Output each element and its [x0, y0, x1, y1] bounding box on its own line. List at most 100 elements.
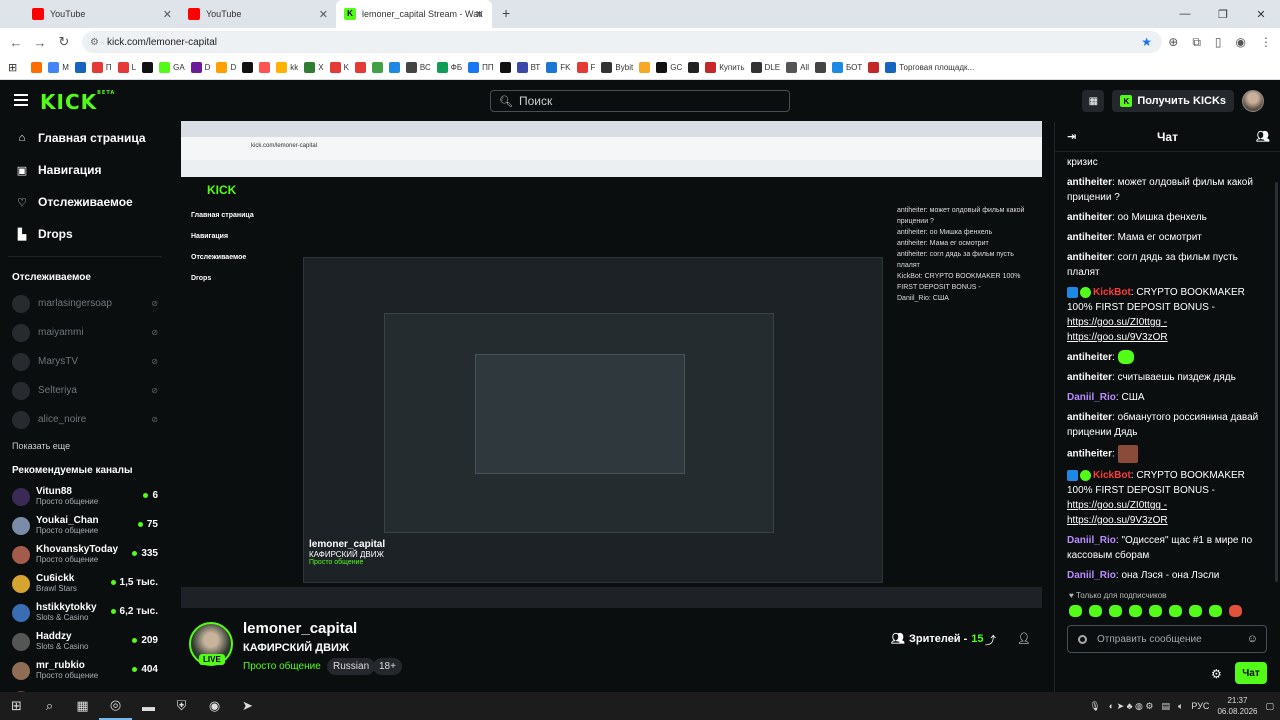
bookmark-item[interactable]: FK	[546, 62, 571, 73]
apps-grid-icon[interactable]: ⊞	[8, 61, 17, 74]
telegram-icon[interactable]: ➤	[231, 692, 264, 720]
chat-username[interactable]: antiheiter	[1067, 232, 1112, 243]
chat-send-button[interactable]: Чат	[1235, 662, 1267, 684]
bookmark-item[interactable]	[868, 62, 880, 73]
recommended-channel[interactable]: hstikkytokky Slots & Casino 6,2 тыс.	[0, 598, 170, 627]
kick-logo[interactable]: KICKBETA	[40, 90, 115, 114]
collapse-chat-icon[interactable]: ⇥	[1067, 130, 1076, 143]
bookmark-item[interactable]: БОТ	[831, 62, 862, 73]
bookmark-item[interactable]: All	[786, 62, 809, 73]
close-icon[interactable]: ✕	[475, 8, 484, 21]
channel-name[interactable]: lemoner_capital	[243, 620, 357, 637]
chat-record-icon[interactable]	[1078, 634, 1087, 644]
sidepanel-icon[interactable]: ▯	[1215, 35, 1222, 49]
chat-link[interactable]: https://goo.su/ZI0ttgg -	[1067, 317, 1167, 328]
chat-username[interactable]: Daniil_Rio	[1067, 535, 1116, 546]
bookmark-item[interactable]: П	[91, 62, 112, 73]
emote-icon[interactable]	[1169, 605, 1182, 617]
recommended-channel[interactable]: Youkai_Chan Просто общение 75	[0, 511, 170, 540]
chat-username[interactable]: antiheiter	[1067, 412, 1112, 423]
emote-icon[interactable]	[1189, 605, 1202, 617]
bookmark-item[interactable]: Bybit	[601, 62, 633, 73]
bookmark-item[interactable]	[259, 62, 271, 73]
follow-user-icon[interactable]: 👤︎	[1017, 632, 1031, 645]
volume-icon[interactable]: 🔈︎	[1178, 701, 1183, 712]
chat-scrollbar[interactable]	[1275, 182, 1278, 582]
bookmark-item[interactable]	[74, 62, 86, 73]
stream-category[interactable]: Просто общение	[243, 661, 321, 672]
tray-icons[interactable]: ◐ ➤ ♣ ◍ ⚙	[1109, 701, 1154, 712]
bookmark-item[interactable]	[814, 62, 826, 73]
reload-icon[interactable]: ↻	[52, 34, 76, 50]
library-icon[interactable]: ▦	[1082, 90, 1105, 112]
bookmark-item[interactable]: F	[576, 62, 595, 73]
recommended-channel[interactable]: Vitun88 Просто общение 6	[0, 482, 170, 511]
obs-icon[interactable]: ◉	[198, 692, 231, 720]
show-more-link[interactable]: Показать еще	[0, 434, 170, 458]
chat-username[interactable]: Daniil_Rio	[1067, 392, 1116, 403]
profile-icon[interactable]: ◉	[1236, 35, 1246, 49]
tag-age[interactable]: 18+	[373, 658, 402, 675]
browser-tab-kick[interactable]: K lemoner_capital Stream - Watch ✕	[336, 0, 492, 28]
bookmark-item[interactable]: D	[190, 62, 210, 73]
bookmark-item[interactable]: DLE	[750, 62, 780, 73]
bookmark-item[interactable]: GC	[656, 62, 682, 73]
hamburger-menu-icon[interactable]	[14, 94, 28, 106]
bookmark-item[interactable]	[242, 62, 254, 73]
browser-tab-youtube-1[interactable]: YouTube ✕	[24, 0, 180, 28]
tag-language[interactable]: Russian	[327, 658, 376, 675]
nav-following[interactable]: ♡ Отслеживаемое	[0, 186, 170, 218]
restore-icon[interactable]: ❐	[1204, 0, 1242, 28]
chat-link[interactable]: https://goo.su/9V3zOR	[1067, 515, 1168, 526]
chat-username[interactable]: KickBot	[1093, 470, 1131, 481]
windows-start-icon[interactable]: ⊞	[0, 692, 33, 720]
recommended-channel[interactable]: Cu6ickk Brawl Stars 1,5 тыс.	[0, 569, 170, 598]
nav-home[interactable]: ⌂ Главная страница	[0, 122, 170, 154]
close-icon[interactable]: ✕	[163, 8, 172, 21]
close-icon[interactable]: ✕	[319, 8, 328, 21]
bookmark-item[interactable]: kk	[276, 62, 298, 73]
recommended-channel[interactable]: Haddzy Slots & Casino 209	[0, 627, 170, 656]
emote-icon[interactable]	[1089, 605, 1102, 617]
bookmark-item[interactable]	[31, 62, 43, 73]
notifications-icon[interactable]: ▢	[1265, 701, 1274, 712]
recommended-channel[interactable]: KhovanskyToday Просто общение 335	[0, 540, 170, 569]
mic-icon[interactable]: 🎙︎	[1089, 701, 1100, 712]
calculator-icon[interactable]: ▦	[66, 692, 99, 720]
chat-link[interactable]: https://goo.su/9V3zOR	[1067, 332, 1168, 343]
nav-browse[interactable]: ▣ Навигация	[0, 154, 170, 186]
emote-icon[interactable]	[1109, 605, 1122, 617]
get-kicks-button[interactable]: K Получить KICKs	[1112, 90, 1234, 112]
chat-username[interactable]: antiheiter	[1067, 212, 1112, 223]
emoji-icon[interactable]: ☺	[1247, 633, 1258, 645]
chat-username[interactable]: antiheiter	[1067, 177, 1112, 188]
chat-input[interactable]: Отправить сообщение ☺	[1067, 625, 1267, 653]
following-item[interactable]: marlasingersoap ⊘	[0, 289, 170, 318]
bookmark-item[interactable]: D	[216, 62, 236, 73]
new-tab-icon[interactable]: +	[502, 5, 510, 21]
emote-icon[interactable]	[1149, 605, 1162, 617]
emote-icon[interactable]	[1229, 605, 1242, 617]
bookmark-item[interactable]	[354, 62, 366, 73]
following-item[interactable]: Selteriya ⊘	[0, 376, 170, 405]
bookmark-item[interactable]: X	[304, 62, 324, 73]
bookmark-star-icon[interactable]: ★	[1141, 35, 1152, 49]
extensions-icon[interactable]: ⧉	[1192, 35, 1201, 50]
bookmark-item[interactable]	[142, 62, 154, 73]
browser-tab-youtube-2[interactable]: YouTube ✕	[180, 0, 336, 28]
following-item[interactable]: maiyammi ⊘	[0, 318, 170, 347]
bookmark-item[interactable]	[388, 62, 400, 73]
shield-icon[interactable]: ⛨	[165, 692, 198, 720]
bookmark-item[interactable]	[371, 62, 383, 73]
bookmark-item[interactable]: M	[48, 62, 69, 73]
menu-icon[interactable]: ⋮	[1260, 35, 1272, 49]
search-input[interactable]: 🔍︎ Поиск	[490, 90, 790, 112]
following-item[interactable]: MarysTV ⊘	[0, 347, 170, 376]
emote-icon[interactable]	[1129, 605, 1142, 617]
bookmark-item[interactable]: K	[329, 62, 349, 73]
close-window-icon[interactable]: ✕	[1242, 0, 1280, 28]
emote-icon[interactable]	[1069, 605, 1082, 617]
recommended-channel[interactable]: GBPZDC798	[0, 685, 170, 692]
bookmark-item[interactable]	[499, 62, 511, 73]
bookmark-item[interactable]: L	[117, 62, 136, 73]
